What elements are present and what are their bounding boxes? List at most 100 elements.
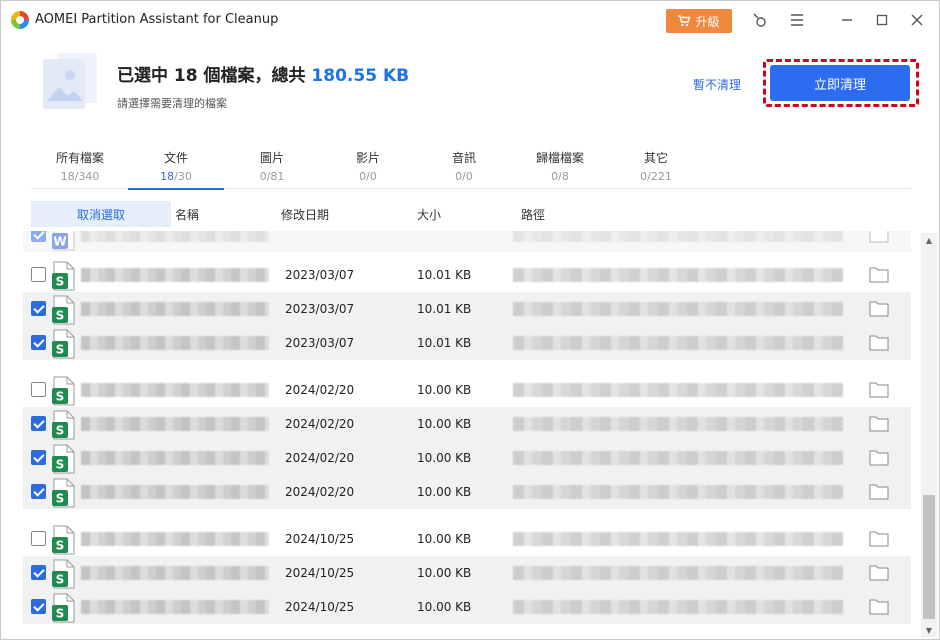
row-checkbox[interactable] (31, 231, 46, 242)
deselect-button[interactable]: 取消選取 (31, 201, 171, 227)
svg-text:W: W (53, 235, 66, 249)
list-item[interactable]: S 2024/02/20 10.00 KB (23, 441, 911, 475)
file-name-redacted (81, 383, 269, 397)
row-checkbox[interactable] (31, 599, 46, 614)
tab-images[interactable]: 圖片 0/81 (224, 141, 320, 189)
folder-icon[interactable] (869, 449, 889, 466)
column-size[interactable]: 大小 (417, 206, 441, 223)
folder-icon[interactable] (869, 381, 889, 398)
folder-icon[interactable] (869, 530, 889, 547)
row-checkbox[interactable] (31, 531, 46, 546)
maximize-icon[interactable] (872, 10, 892, 30)
tab-archives[interactable]: 歸檔檔案 0/8 (512, 141, 608, 189)
skip-clean-link[interactable]: 暫不清理 (693, 76, 741, 93)
svg-text:S: S (56, 573, 65, 587)
list-item[interactable]: S 2024/10/25 10.00 KB (23, 556, 911, 590)
svg-text:S: S (56, 458, 65, 472)
row-checkbox[interactable] (31, 565, 46, 580)
tab-others[interactable]: 其它 0/221 (608, 141, 704, 189)
file-path-redacted (513, 566, 843, 580)
tab-count: 0/221 (640, 170, 672, 183)
list-item[interactable]: S 2024/02/20 10.00 KB (23, 475, 911, 509)
list-item[interactable]: S 2023/03/07 10.01 KB (23, 292, 911, 326)
vertical-scrollbar[interactable]: ▲ ▼ (921, 233, 937, 637)
tab-all-files[interactable]: 所有檔案 18/340 (32, 141, 128, 189)
row-checkbox[interactable] (31, 450, 46, 465)
svg-text:S: S (56, 275, 65, 289)
folder-icon[interactable] (869, 266, 889, 283)
file-size: 10.00 KB (417, 417, 472, 431)
file-name-redacted (81, 268, 269, 282)
list-item[interactable]: S 2024/10/25 10.00 KB (23, 590, 911, 624)
file-name-redacted (81, 417, 269, 431)
row-checkbox[interactable] (31, 484, 46, 499)
list-item[interactable]: S 2024/02/20 10.00 KB (23, 407, 911, 441)
file-size: 10.01 KB (417, 336, 472, 350)
file-path-redacted (513, 231, 843, 242)
tab-audio[interactable]: 音訊 0/0 (416, 141, 512, 189)
file-name-redacted (81, 532, 269, 546)
file-name-redacted (81, 336, 269, 350)
file-path-redacted (513, 417, 843, 431)
spreadsheet-file-icon: S (51, 559, 77, 589)
folder-icon[interactable] (869, 300, 889, 317)
tab-count: 18/340 (60, 170, 100, 183)
file-date: 2023/03/07 (285, 336, 355, 350)
file-size: 10.00 KB (417, 485, 472, 499)
tab-label: 音訊 (451, 151, 476, 165)
tab-documents[interactable]: 文件 18/30 (128, 141, 224, 190)
list-item[interactable]: S 2023/03/07 10.01 KB (23, 326, 911, 360)
tab-count: 0/81 (259, 170, 285, 183)
title-bar: AOMEI Partition Assistant for Cleanup 升級 (1, 1, 939, 39)
file-path-redacted (513, 451, 843, 465)
svg-text:S: S (56, 492, 65, 506)
list-item[interactable]: S 2024/02/20 10.00 KB (23, 373, 911, 407)
scroll-thumb[interactable] (923, 495, 935, 619)
tab-count: 0/0 (455, 170, 473, 183)
spreadsheet-file-icon: S (51, 593, 77, 623)
spreadsheet-file-icon: S (51, 444, 77, 474)
file-list: W S 2023/03/07 10.01 KB S 2023/03/07 10.01 KB S… (23, 231, 911, 639)
tab-label: 所有檔案 (55, 151, 104, 165)
file-size: 10.00 KB (417, 566, 472, 580)
folder-icon[interactable] (869, 598, 889, 615)
row-checkbox[interactable] (31, 267, 46, 282)
upgrade-button[interactable]: 升級 (666, 9, 732, 33)
tab-videos[interactable]: 影片 0/0 (320, 141, 416, 189)
row-checkbox[interactable] (31, 416, 46, 431)
column-path[interactable]: 路徑 (521, 206, 545, 223)
svg-text:S: S (56, 309, 65, 323)
folder-icon[interactable] (869, 231, 889, 243)
row-checkbox[interactable] (31, 382, 46, 397)
tab-count: 18/30 (160, 170, 192, 183)
file-path-redacted (513, 383, 843, 397)
scroll-down-arrow-icon[interactable]: ▼ (921, 623, 937, 637)
menu-icon[interactable] (787, 10, 807, 30)
list-item[interactable]: W (23, 231, 911, 252)
folder-icon[interactable] (869, 415, 889, 432)
list-item[interactable]: S 2024/10/25 10.00 KB (23, 522, 911, 556)
feedback-icon[interactable] (749, 10, 769, 30)
tab-label: 文件 (163, 151, 188, 165)
upgrade-label: 升級 (695, 14, 720, 29)
list-item[interactable]: S 2023/03/07 10.01 KB (23, 258, 911, 292)
folder-icon[interactable] (869, 483, 889, 500)
spreadsheet-file-icon: S (51, 329, 77, 359)
close-icon[interactable] (907, 10, 927, 30)
folder-icon[interactable] (869, 334, 889, 351)
svg-text:S: S (56, 539, 65, 553)
spreadsheet-file-icon: S (51, 478, 77, 508)
folder-icon[interactable] (869, 564, 889, 581)
minimize-icon[interactable] (837, 10, 857, 30)
file-size: 10.00 KB (417, 600, 472, 614)
clean-now-button[interactable]: 立即清理 (770, 65, 910, 101)
tab-label: 歸檔檔案 (535, 151, 584, 165)
row-checkbox[interactable] (31, 335, 46, 350)
file-name-redacted (81, 451, 269, 465)
file-date: 2024/02/20 (285, 383, 355, 397)
column-date[interactable]: 修改日期 (281, 206, 329, 223)
file-name-redacted (81, 231, 269, 242)
scroll-up-arrow-icon[interactable]: ▲ (921, 233, 937, 247)
column-name[interactable]: 名稱 (175, 206, 199, 223)
row-checkbox[interactable] (31, 301, 46, 316)
